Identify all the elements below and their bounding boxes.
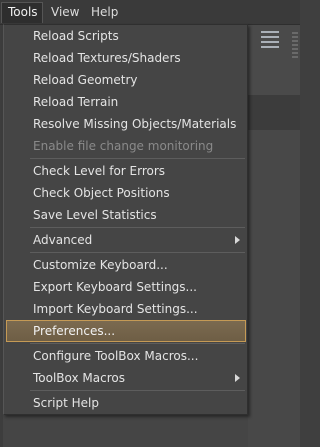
menu-item-reload-terrain[interactable]: Reload Terrain xyxy=(4,91,247,113)
menu-separator xyxy=(30,227,245,228)
menu-separator xyxy=(30,252,245,253)
menu-tools[interactable]: Tools xyxy=(1,2,43,23)
menu-item-enable-monitoring: Enable file change monitoring xyxy=(33,139,214,153)
menu-separator xyxy=(30,343,245,344)
menu-item-export-keyboard[interactable]: Export Keyboard Settings... xyxy=(4,276,247,298)
menu-item-configure-toolbox[interactable]: Configure ToolBox Macros... xyxy=(4,345,247,367)
app-window: Tools View Help Reload Scripts Reload Te… xyxy=(0,0,300,447)
menu-item-script-help[interactable]: Script Help xyxy=(4,392,247,414)
menu-bar: Tools View Help xyxy=(0,0,300,25)
menu-item-label: ToolBox Macros xyxy=(33,371,125,385)
tools-dropdown-menu: Reload Scripts Reload Textures/Shaders R… xyxy=(3,24,248,415)
menu-item-reload-geometry[interactable]: Reload Geometry xyxy=(4,69,247,91)
menu-item-save-statistics[interactable]: Save Level Statistics xyxy=(4,204,247,226)
menu-help[interactable]: Help xyxy=(91,2,118,23)
menu-item-check-level[interactable]: Check Level for Errors xyxy=(4,160,247,182)
list-icon[interactable] xyxy=(261,31,279,57)
menu-view[interactable]: View xyxy=(51,2,79,23)
background-panel xyxy=(248,130,300,447)
background-panel-header xyxy=(248,95,300,130)
chevron-right-icon xyxy=(235,236,240,244)
drag-handle[interactable] xyxy=(292,32,298,60)
menu-item-import-keyboard[interactable]: Import Keyboard Settings... xyxy=(4,298,247,320)
menu-item-check-positions[interactable]: Check Object Positions xyxy=(4,182,247,204)
menu-item-resolve-missing[interactable]: Resolve Missing Objects/Materials xyxy=(4,113,247,135)
menu-item-toolbox-macros[interactable]: ToolBox Macros xyxy=(4,367,247,389)
menu-item-advanced[interactable]: Advanced xyxy=(4,229,247,251)
menu-separator xyxy=(30,158,245,159)
menu-item-reload-textures[interactable]: Reload Textures/Shaders xyxy=(4,47,247,69)
menu-item-customize-keyboard[interactable]: Customize Keyboard... xyxy=(4,254,247,276)
chevron-right-icon xyxy=(235,374,240,382)
menu-item-reload-scripts[interactable]: Reload Scripts xyxy=(4,25,247,47)
menu-item-label: Advanced xyxy=(33,233,93,247)
menu-item-preferences[interactable]: Preferences... xyxy=(6,320,246,342)
menu-separator xyxy=(30,390,245,391)
